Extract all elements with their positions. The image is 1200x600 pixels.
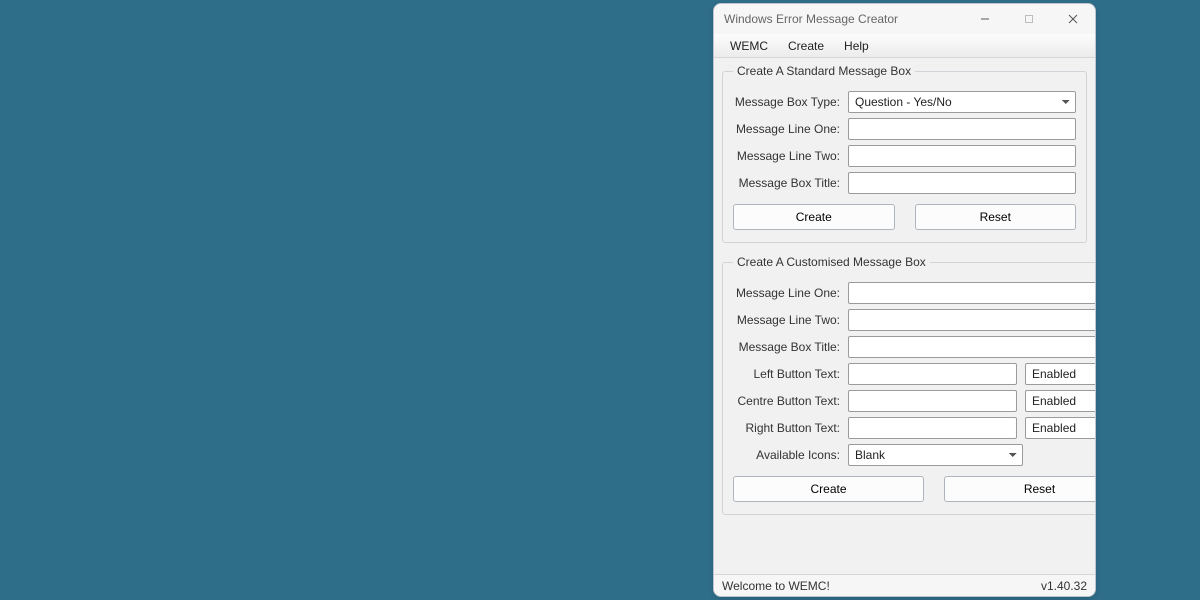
close-button[interactable] bbox=[1051, 4, 1095, 34]
cus-create-button[interactable]: Create bbox=[733, 476, 924, 502]
menu-wemc[interactable]: WEMC bbox=[720, 37, 778, 55]
std-reset-button[interactable]: Reset bbox=[915, 204, 1077, 230]
titlebar: Windows Error Message Creator bbox=[714, 4, 1095, 34]
cus-title-label: Message Box Title: bbox=[733, 340, 848, 354]
maximize-button[interactable] bbox=[1007, 4, 1051, 34]
menu-help[interactable]: Help bbox=[834, 37, 879, 55]
statusbar: Welcome to WEMC! v1.40.32 bbox=[714, 574, 1095, 596]
cus-title-input[interactable] bbox=[848, 336, 1095, 358]
custom-legend: Create A Customised Message Box bbox=[733, 255, 930, 269]
cus-line2-label: Message Line Two: bbox=[733, 313, 848, 327]
cus-icons-label: Available Icons: bbox=[733, 448, 848, 462]
std-title-label: Message Box Title: bbox=[733, 176, 848, 190]
cus-centre-input[interactable] bbox=[848, 390, 1017, 412]
std-type-label: Message Box Type: bbox=[733, 95, 848, 109]
menu-create[interactable]: Create bbox=[778, 37, 834, 55]
menubar: WEMC Create Help bbox=[714, 34, 1095, 58]
maximize-icon bbox=[1024, 14, 1034, 24]
cus-line2-input[interactable] bbox=[848, 309, 1095, 331]
std-line1-input[interactable] bbox=[848, 118, 1076, 140]
status-welcome: Welcome to WEMC! bbox=[722, 579, 830, 593]
cus-right-state-combo[interactable]: Enabled bbox=[1025, 417, 1095, 439]
std-line2-label: Message Line Two: bbox=[733, 149, 848, 163]
std-line1-label: Message Line One: bbox=[733, 122, 848, 136]
minimize-icon bbox=[980, 14, 990, 24]
std-title-input[interactable] bbox=[848, 172, 1076, 194]
app-window: Windows Error Message Creator WEMC Creat… bbox=[713, 3, 1096, 597]
cus-right-label: Right Button Text: bbox=[733, 421, 848, 435]
minimize-button[interactable] bbox=[963, 4, 1007, 34]
cus-right-input[interactable] bbox=[848, 417, 1017, 439]
custom-group: Create A Customised Message Box Message … bbox=[722, 255, 1095, 515]
cus-reset-button[interactable]: Reset bbox=[944, 476, 1095, 502]
standard-legend: Create A Standard Message Box bbox=[733, 64, 915, 78]
std-line2-input[interactable] bbox=[848, 145, 1076, 167]
status-version: v1.40.32 bbox=[1041, 579, 1087, 593]
cus-centre-label: Centre Button Text: bbox=[733, 394, 848, 408]
standard-group: Create A Standard Message Box Message Bo… bbox=[722, 64, 1087, 243]
cus-icons-combo[interactable]: Blank bbox=[848, 444, 1023, 466]
window-controls bbox=[963, 4, 1095, 34]
cus-left-label: Left Button Text: bbox=[733, 367, 848, 381]
std-create-button[interactable]: Create bbox=[733, 204, 895, 230]
cus-line1-label: Message Line One: bbox=[733, 286, 848, 300]
window-title: Windows Error Message Creator bbox=[724, 12, 963, 26]
cus-left-state-combo[interactable]: Enabled bbox=[1025, 363, 1095, 385]
content-area: Create A Standard Message Box Message Bo… bbox=[714, 58, 1095, 574]
std-type-combo[interactable]: Question - Yes/No bbox=[848, 91, 1076, 113]
cus-centre-state-combo[interactable]: Enabled bbox=[1025, 390, 1095, 412]
cus-line1-input[interactable] bbox=[848, 282, 1095, 304]
cus-left-input[interactable] bbox=[848, 363, 1017, 385]
close-icon bbox=[1068, 14, 1078, 24]
